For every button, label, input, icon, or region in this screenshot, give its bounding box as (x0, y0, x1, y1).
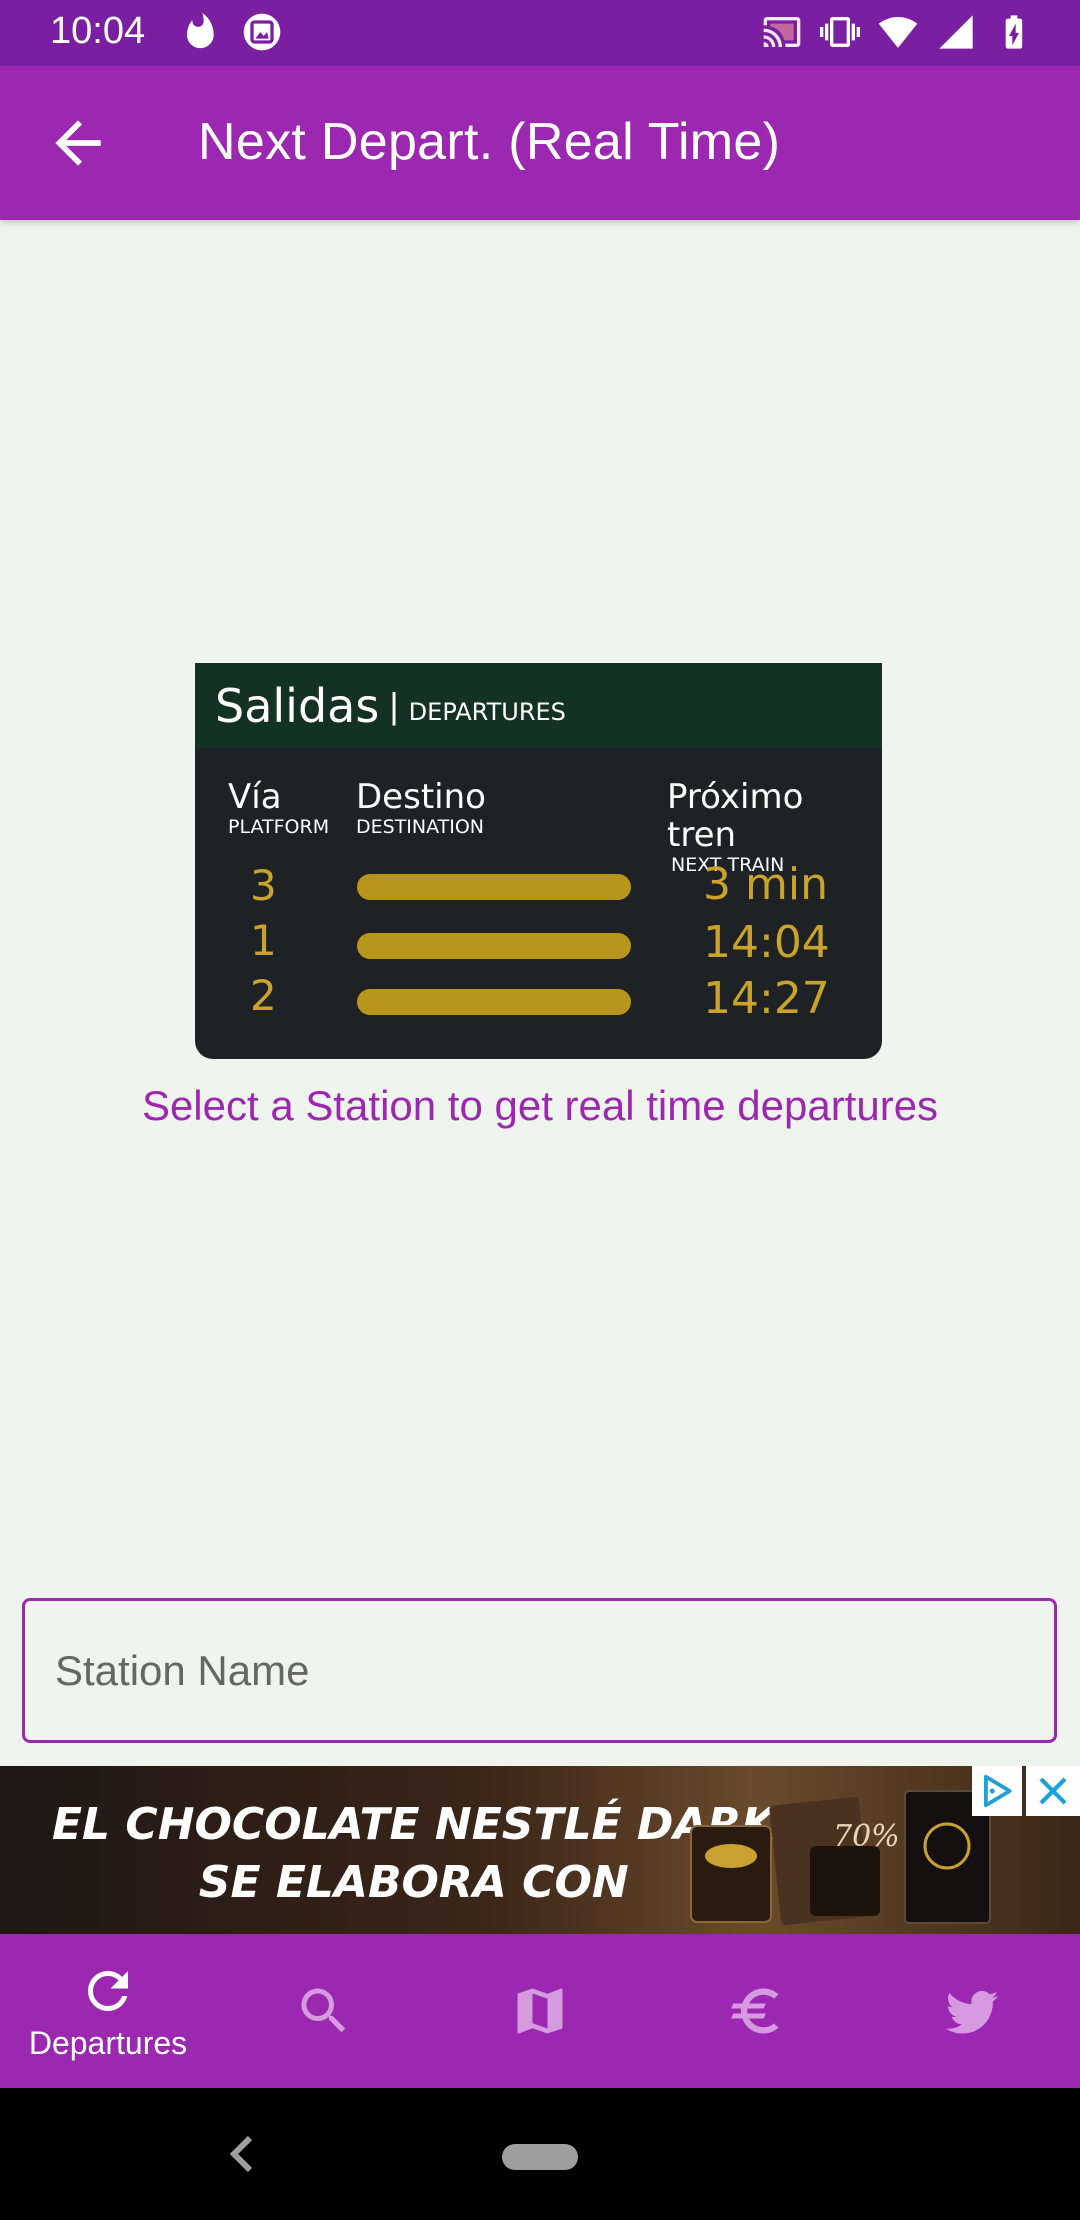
column-destination-label: Destino (356, 777, 486, 817)
system-back-icon[interactable] (222, 2130, 262, 2178)
row-platform: 3 (250, 861, 277, 910)
row-destination-bar (357, 933, 631, 959)
nav-fares[interactable] (648, 1934, 864, 2088)
battery-charging-icon (1005, 15, 1023, 49)
twitter-icon (945, 1991, 999, 2034)
close-icon (1039, 1777, 1067, 1805)
status-bar: 10:04 (0, 0, 1080, 66)
status-system-icons (762, 12, 1034, 52)
ad-choices-icon (984, 1774, 1012, 1808)
column-platform: Vía PLATFORM (228, 778, 329, 838)
row-destination-bar (357, 989, 631, 1015)
app-bar: Next Depart. (Real Time) (0, 66, 1080, 220)
column-destination-sublabel: DESTINATION (356, 816, 485, 838)
ad-choices-button[interactable] (972, 1766, 1022, 1816)
station-name-field[interactable] (22, 1598, 1057, 1743)
select-station-prompt: Select a Station to get real time depart… (141, 1082, 939, 1129)
ad-close-button[interactable] (1026, 1766, 1080, 1816)
column-next-train-label: Próximo tren (667, 777, 804, 855)
column-platform-sublabel: PLATFORM (228, 816, 330, 838)
board-title: Salidas (215, 678, 380, 733)
ad-text-line2: SE ELABORA CON (198, 1857, 629, 1908)
wifi-icon (878, 17, 918, 48)
nav-departures-label: Departures (28, 2024, 188, 2061)
refresh-icon (88, 1970, 128, 2011)
status-notifications (180, 12, 282, 52)
departures-board-illustration: Salidas | DEPARTURES Vía PLATFORM Destin… (195, 663, 882, 1059)
column-destination: Destino DESTINATION (356, 778, 486, 838)
bottom-navigation: Departures (0, 1934, 1080, 2088)
status-time: 10:04 (50, 10, 146, 52)
signal-icon (939, 15, 973, 49)
gallery-icon (243, 13, 281, 51)
row-destination-bar (357, 874, 631, 900)
flame-icon (187, 13, 214, 49)
row-platform: 2 (250, 971, 277, 1020)
system-home-pill[interactable] (502, 2144, 578, 2170)
nav-search[interactable] (216, 1934, 432, 2088)
search-icon (301, 1988, 346, 2033)
board-header: Salidas | DEPARTURES (195, 663, 882, 748)
map-icon (517, 1988, 563, 2034)
nav-departures[interactable]: Departures (0, 1934, 216, 2088)
nav-twitter[interactable] (864, 1934, 1080, 2088)
board-separator: | (389, 684, 399, 726)
ad-text-line1: EL CHOCOLATE NESTLÉ DARK (52, 1799, 776, 1850)
row-next-time: 3 min (703, 859, 828, 910)
ad-text[interactable]: EL CHOCOLATE NESTLÉ DARK SE ELABORA CON (52, 1796, 775, 1912)
back-arrow-icon[interactable] (44, 109, 112, 177)
row-next-time: 14:04 (703, 917, 830, 968)
nav-map[interactable] (432, 1934, 648, 2088)
row-platform: 1 (250, 916, 277, 965)
cast-icon (763, 17, 801, 47)
ad-banner[interactable]: EL CHOCOLATE NESTLÉ DARK SE ELABORA CON … (0, 1766, 1080, 1934)
ad-product-badge: 70% (833, 1819, 900, 1854)
station-name-input[interactable] (25, 1601, 1054, 1740)
page-title: Next Depart. (Real Time) (198, 113, 781, 171)
euro-icon (731, 1988, 779, 2034)
column-platform-label: Vía (228, 777, 282, 817)
ad-product-image: 70% (690, 1790, 991, 1925)
vibrate-icon (820, 17, 860, 47)
system-navigation-bar (0, 2088, 1080, 2220)
row-next-time: 14:27 (703, 973, 830, 1024)
board-subtitle: DEPARTURES (408, 697, 566, 726)
